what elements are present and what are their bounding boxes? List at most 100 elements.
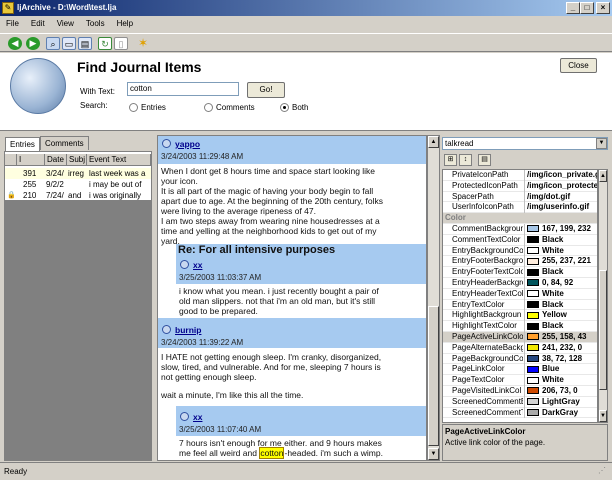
close-button[interactable]: Close [560, 58, 597, 73]
maximize-button[interactable]: □ [580, 2, 594, 14]
property-row[interactable]: EntryHeaderTextColo White [443, 288, 597, 300]
username-link[interactable]: burnip [175, 325, 201, 335]
find-icon[interactable]: ⌕ [46, 37, 60, 50]
style-select[interactable]: talkread [442, 137, 608, 150]
scroll-up-icon[interactable]: ▲ [428, 136, 439, 148]
property-row[interactable]: ProtectedIconPath/img/icon_protecte [443, 180, 597, 192]
col-icon[interactable] [5, 154, 17, 166]
property-value-cell[interactable]: Black [524, 267, 597, 278]
close-window-button[interactable]: × [596, 2, 610, 14]
col-subject[interactable]: Subj [67, 154, 87, 166]
alphabetical-icon[interactable]: ↕ [459, 154, 472, 166]
scroll-thumb[interactable] [428, 306, 439, 446]
property-value-cell[interactable]: 241, 232, 0 [524, 342, 597, 354]
property-row[interactable]: EntryFooterBackgro 255, 237, 221 [443, 256, 597, 268]
property-value-cell[interactable]: Blue [524, 364, 597, 376]
back-icon[interactable]: ◀ [8, 37, 22, 50]
list-item[interactable]: 255 9/2/2 i may be out of [5, 179, 151, 190]
property-row[interactable]: PageActiveLinkColor 255, 158, 43 [443, 332, 597, 343]
property-scrollbar[interactable]: ▲ ▼ [598, 169, 608, 423]
property-row[interactable]: PageBackgroundCo 38, 72, 128 [443, 353, 597, 365]
radio-comments[interactable] [204, 103, 213, 112]
scroll-thumb[interactable] [599, 270, 607, 390]
resize-grip-icon[interactable]: ⋰ [598, 466, 610, 478]
property-value-cell[interactable]: White [524, 375, 597, 386]
chevron-down-icon[interactable]: ▼ [596, 138, 607, 149]
username-link[interactable]: yappo [175, 139, 200, 149]
property-row[interactable]: SpacerPath/img/dot.gif [443, 191, 597, 203]
scroll-down-icon[interactable]: ▼ [599, 410, 607, 422]
property-value-cell[interactable]: White [524, 288, 597, 300]
property-row[interactable]: ScreenedCommentB LightGray [443, 396, 597, 408]
search-input[interactable]: cotton [127, 82, 239, 96]
property-value-cell[interactable]: 255, 158, 43 [524, 332, 597, 343]
property-row[interactable]: PageTextColor White [443, 375, 597, 386]
username-link[interactable]: xx [193, 412, 202, 422]
panel-icon[interactable]: ▤ [78, 37, 92, 50]
property-row[interactable]: CommentBackgroun 167, 199, 232 [443, 224, 597, 235]
property-name: HighlightTextColor [452, 321, 517, 331]
property-row[interactable]: EntryHeaderBackgro 0, 84, 92 [443, 278, 597, 289]
property-row[interactable]: EntryTextColor Black [443, 299, 597, 311]
property-value-cell[interactable]: /img/userinfo.gif [524, 202, 597, 214]
property-name: HighlightBackgroun [452, 310, 522, 320]
property-pages-icon[interactable]: ▤ [478, 154, 491, 166]
property-value-cell[interactable]: /img/icon_protecte [524, 180, 597, 192]
property-value-cell[interactable]: LightGray [524, 396, 597, 408]
document-icon[interactable]: ▯ [114, 37, 128, 50]
menu-view[interactable]: View [51, 16, 80, 32]
tab-comments[interactable]: Comments [40, 136, 89, 150]
menu-edit[interactable]: Edit [25, 16, 51, 32]
status-bar: Ready [0, 462, 612, 480]
property-row[interactable]: PageVisitedLinkCol 206, 73, 0 [443, 386, 597, 397]
property-row[interactable]: PageLinkColor Blue [443, 364, 597, 376]
radio-both[interactable] [280, 103, 289, 112]
property-category[interactable]: Color [443, 213, 597, 224]
forward-icon[interactable]: ▶ [26, 37, 40, 50]
property-value-cell[interactable]: 38, 72, 128 [524, 353, 597, 365]
property-row[interactable]: PageAlternateBackg 241, 232, 0 [443, 342, 597, 354]
property-value-cell[interactable]: 206, 73, 0 [524, 386, 597, 397]
property-value-cell[interactable]: /img/dot.gif [524, 191, 597, 203]
property-row[interactable]: HighlightBackgroun Yellow [443, 310, 597, 322]
categorized-icon[interactable]: ⊞ [444, 154, 457, 166]
property-row[interactable]: HighlightTextColor Black [443, 321, 597, 332]
property-value: White [542, 375, 564, 385]
window-icon[interactable]: ▭ [62, 37, 76, 50]
radio-entries[interactable] [129, 103, 138, 112]
property-value-cell[interactable]: Black [524, 234, 597, 246]
list-item[interactable]: 391 3/24/ irreg last week was a [5, 168, 151, 179]
property-value-cell[interactable]: Yellow [524, 310, 597, 322]
property-row[interactable]: CommentTextColor Black [443, 234, 597, 246]
property-value-cell[interactable]: 0, 84, 92 [524, 278, 597, 289]
property-row[interactable]: EntryFooterTextColo Black [443, 267, 597, 278]
scroll-up-icon[interactable]: ▲ [599, 170, 607, 182]
sync-icon[interactable]: ↻ [98, 37, 112, 50]
minimize-button[interactable]: _ [566, 2, 580, 14]
property-value-cell[interactable]: /img/icon_private.g [524, 170, 597, 181]
scroll-down-icon[interactable]: ▼ [428, 448, 439, 460]
property-value-cell[interactable]: Black [524, 299, 597, 311]
property-row[interactable]: ScreenedCommentT DarkGray [443, 407, 597, 419]
col-event-text[interactable]: Event Text [87, 154, 151, 166]
property-value: /img/userinfo.gif [527, 202, 590, 212]
col-date[interactable]: Date [45, 154, 67, 166]
property-row[interactable]: EntryBackgroundCol White [443, 245, 597, 257]
star-icon[interactable]: ✶ [136, 37, 150, 50]
tab-entries[interactable]: Entries [5, 137, 40, 151]
property-value-cell[interactable]: 167, 199, 232 [524, 224, 597, 235]
menu-file[interactable]: File [0, 16, 25, 32]
property-row[interactable]: PrivateIconPath/img/icon_private.g [443, 170, 597, 181]
entry-view[interactable]: yappo 3/24/2003 11:29:48 AM When I dont … [157, 135, 427, 461]
property-value-cell[interactable]: 255, 237, 221 [524, 256, 597, 268]
property-value-cell[interactable]: DarkGray [524, 407, 597, 419]
menu-help[interactable]: Help [111, 16, 139, 32]
property-row[interactable]: UserInfoIconPath/img/userinfo.gif [443, 202, 597, 214]
col-id[interactable]: I [17, 154, 45, 166]
username-link[interactable]: xx [193, 260, 202, 270]
content-scrollbar[interactable]: ▲ ▼ [427, 135, 440, 461]
menu-tools[interactable]: Tools [80, 16, 111, 32]
property-value-cell[interactable]: White [524, 245, 597, 257]
property-value-cell[interactable]: Black [524, 321, 597, 332]
go-button[interactable]: Go! [247, 82, 285, 98]
